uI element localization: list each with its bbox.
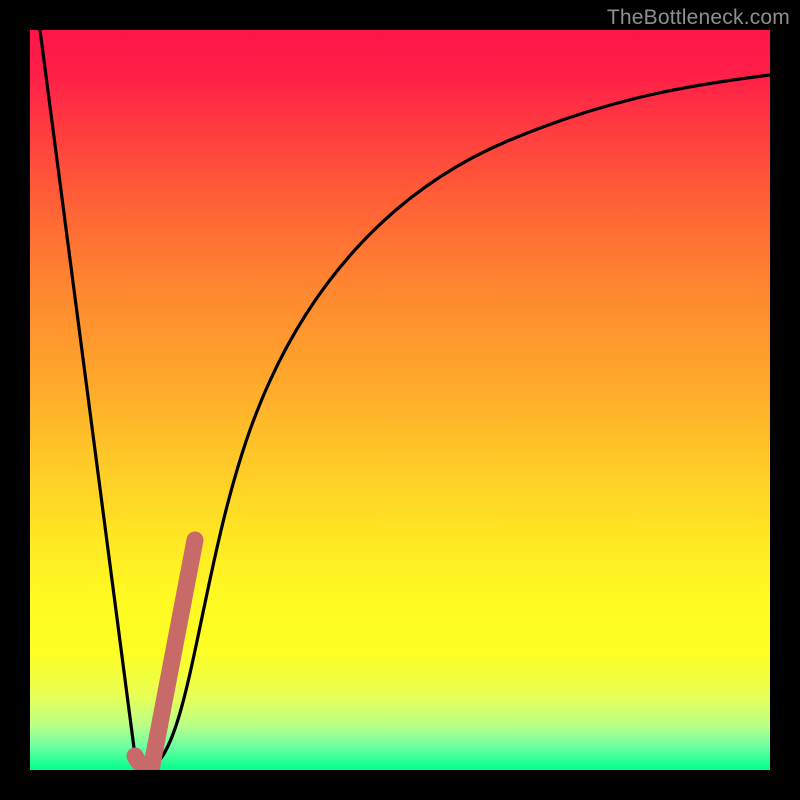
- watermark-text: TheBottleneck.com: [607, 6, 790, 30]
- chart-frame: TheBottleneck.com: [0, 0, 800, 800]
- curve-layer: [30, 30, 770, 770]
- bottleneck-curve: [40, 30, 770, 768]
- plot-area: [30, 30, 770, 770]
- highlighted-segment: [135, 540, 195, 766]
